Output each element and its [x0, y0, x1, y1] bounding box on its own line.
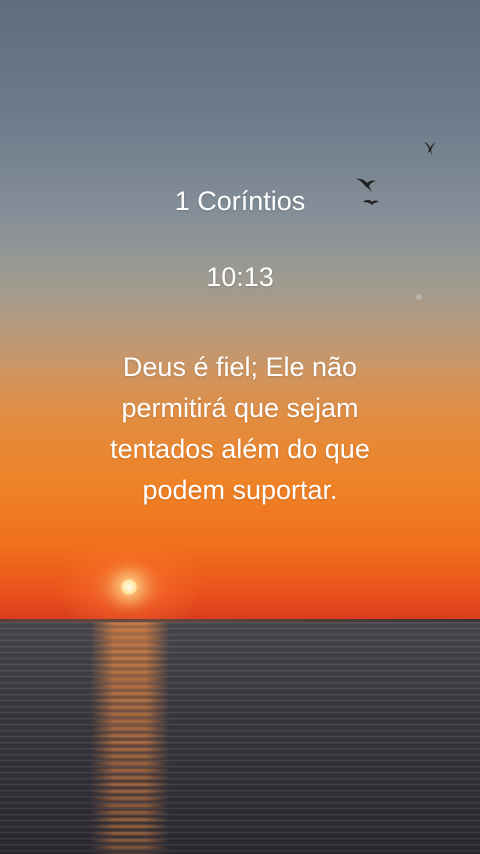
sun: [121, 579, 137, 595]
verse-reference: 10:13: [206, 262, 274, 292]
sunset-sky: [0, 0, 480, 622]
lens-speck: [416, 294, 422, 300]
sea: [0, 622, 480, 854]
sun-reflection: [90, 622, 170, 854]
wallpaper: 1 Coríntios 10:13 Deus é fiel; Ele não p…: [0, 0, 480, 854]
book-title: 1 Coríntios: [174, 186, 306, 216]
bird-icon: [424, 142, 436, 155]
verse-text: Deus é fiel; Ele não permitirá que sejam…: [110, 352, 370, 505]
